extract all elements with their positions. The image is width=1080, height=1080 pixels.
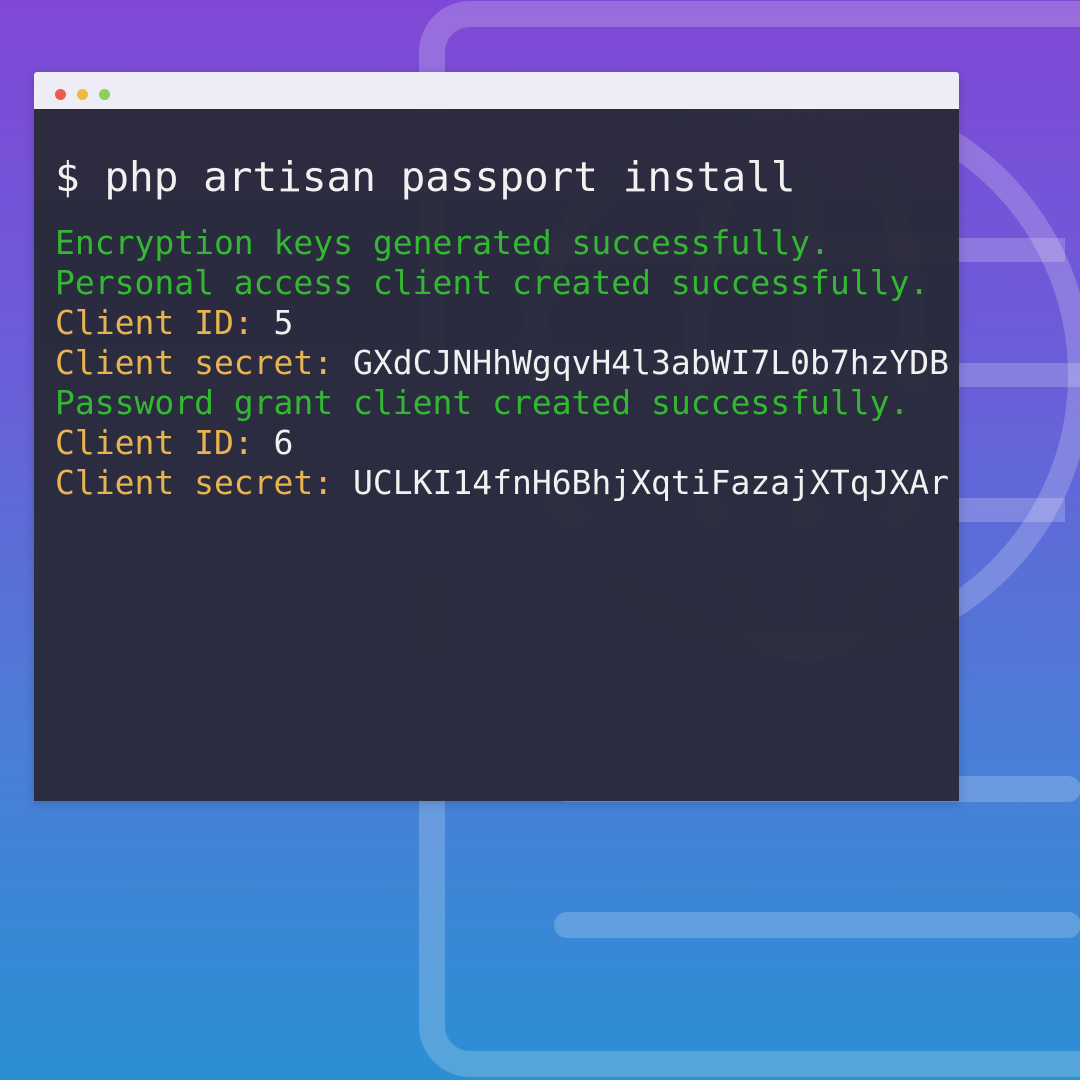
window-titlebar[interactable] <box>34 72 959 109</box>
output-line: Client secret: GXdCJNHhWgqvH4l3abWI7L0b7… <box>55 343 949 383</box>
success-message: Encryption keys generated successfully. <box>55 223 830 262</box>
output-value: 6 <box>273 423 294 462</box>
output-value: GXdCJNHhWgqvH4l3abWI7L0b7hzYDB <box>353 343 950 382</box>
output-value: 5 <box>273 303 294 342</box>
success-message: Personal access client created successfu… <box>55 263 930 302</box>
command-output: Encryption keys generated successfully. P… <box>55 223 949 503</box>
success-message: Password grant client created successful… <box>55 383 910 422</box>
maximize-window-dot[interactable] <box>99 89 110 100</box>
terminal-body[interactable]: $ php artisan passport install Encryptio… <box>34 109 959 801</box>
output-line: Client ID: 5 <box>55 303 949 343</box>
output-key: Client ID: <box>55 303 274 342</box>
output-key: Client secret: <box>55 463 354 502</box>
output-line: Client secret: UCLKI14fnH6BhjXqtiFazajXT… <box>55 463 949 503</box>
output-value: UCLKI14fnH6BhjXqtiFazajXTqJXAr <box>353 463 950 502</box>
output-line: Client ID: 6 <box>55 423 949 463</box>
close-window-dot[interactable] <box>55 89 66 100</box>
output-line: Personal access client created successfu… <box>55 263 949 303</box>
output-line: Encryption keys generated successfully. <box>55 223 949 263</box>
text-lines-icon <box>554 776 1080 938</box>
terminal-window: $ php artisan passport install Encryptio… <box>34 72 959 801</box>
command-line: $ php artisan passport install <box>55 153 796 201</box>
output-key: Client secret: <box>55 343 354 382</box>
minimize-window-dot[interactable] <box>77 89 88 100</box>
output-key: Client ID: <box>55 423 274 462</box>
output-line: Password grant client created successful… <box>55 383 949 423</box>
